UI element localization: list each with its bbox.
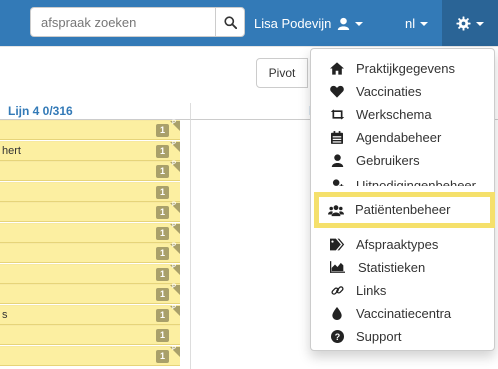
search-group [30, 7, 245, 37]
flag-letter: P [172, 345, 177, 352]
user-icon [329, 152, 345, 168]
user-name: Lisa Podevijn [254, 15, 332, 31]
slot-count-badge: 1 [156, 329, 169, 342]
chevron-down-icon [476, 22, 484, 26]
flag-letter: P [172, 222, 177, 229]
slot-count-badge: 1 [156, 165, 169, 178]
home-icon [329, 60, 345, 76]
calendar-slot[interactable]: 1P [0, 120, 180, 140]
pivot-button[interactable]: Pivot [256, 58, 308, 88]
retweet-icon [329, 106, 345, 122]
flag-letter: P [172, 120, 177, 126]
menu-item-statistieken[interactable]: Statistieken [311, 256, 496, 278]
search-input[interactable] [30, 7, 215, 37]
calendar-slot[interactable]: s 1P [0, 304, 180, 325]
calendar-slot[interactable]: 1P [0, 243, 180, 263]
flag-letter: P [172, 284, 177, 290]
menu-item-werkschema[interactable]: Werkschema [311, 103, 496, 125]
calendar-slot[interactable]: 1P [0, 222, 180, 243]
flag-letter: P [172, 161, 177, 167]
menu-item-vaccinatiecentra[interactable]: Vaccinatiecentra [311, 302, 496, 324]
calendar-column-header: Lijn 4 0/316 [0, 103, 190, 120]
top-navbar: Lisa Podevijn nl [0, 0, 498, 46]
settings-toggle[interactable] [442, 0, 498, 46]
flag-letter: P [172, 243, 177, 249]
slot-count-badge: 1 [156, 349, 169, 363]
slot-count-badge: 1 [156, 144, 169, 158]
menu-item-support[interactable]: ? Support [311, 325, 496, 347]
menu-item-praktijkgegevens[interactable]: Praktijkgegevens [311, 57, 496, 79]
column-title: Lijn 4 0/316 [8, 104, 73, 118]
drop-icon [329, 305, 345, 321]
menu-item-patientenbeheer[interactable]: Patiëntenbeheer [314, 192, 495, 228]
menu-item-gebruikers[interactable]: Gebruikers [311, 149, 496, 171]
search-button[interactable] [215, 7, 245, 37]
pivot-label: Pivot [268, 66, 296, 80]
slot-count-badge: 1 [156, 288, 169, 301]
slot-text: s [2, 308, 8, 321]
user-icon [338, 17, 350, 30]
heart-icon [329, 83, 345, 99]
slot-count-badge: 1 [156, 124, 169, 137]
user-add-icon [329, 177, 345, 186]
flag-letter: P [172, 140, 177, 147]
menu-item-afspraaktypes[interactable]: Afspraaktypes [311, 233, 496, 255]
slot-count-badge: 1 [156, 185, 169, 199]
question-circle-icon: ? [329, 328, 345, 344]
divider [0, 46, 498, 47]
gear-icon [456, 15, 471, 31]
link-icon [329, 282, 345, 298]
flag-letter: P [172, 202, 177, 208]
svg-text:?: ? [334, 331, 339, 341]
menu-item-links[interactable]: Links [311, 279, 496, 301]
calendar-slot[interactable]: hert 1 P [0, 140, 180, 161]
calendar-slot[interactable]: 1 [0, 181, 180, 202]
search-icon [223, 15, 237, 29]
slot-count-badge: 1 [156, 247, 169, 260]
slot-text: hert [2, 144, 21, 157]
area-chart-icon [329, 259, 345, 275]
menu-item-agendabeheer[interactable]: Agendabeheer [311, 126, 496, 148]
calendar-slot[interactable]: 1P [0, 263, 180, 284]
menu-item-label: Patiëntenbeheer [355, 202, 451, 217]
calendar-slot[interactable]: 1P [0, 161, 180, 181]
slot-count-badge: 1 [156, 267, 169, 281]
flag-letter: P [172, 263, 177, 270]
slot-count-badge: 1 [156, 226, 169, 240]
calendar-slot[interactable]: 1P [0, 284, 180, 304]
users-icon [328, 202, 344, 218]
calendar-slot[interactable]: 1P [0, 202, 180, 222]
flag-letter: P [172, 304, 177, 311]
calendar-slot[interactable]: 1 [0, 325, 180, 345]
user-menu-toggle[interactable]: Lisa Podevijn [254, 0, 364, 46]
menu-item-vaccinaties[interactable]: Vaccinaties [311, 80, 496, 102]
chevron-down-icon [420, 22, 429, 26]
menu-item-uitnodigingenbeheer[interactable]: Uitnodigingenbeheer [311, 172, 496, 186]
slot-count-badge: 1 [156, 308, 169, 322]
language-label: nl [405, 15, 416, 31]
calendar-slot[interactable]: 1P [0, 345, 180, 366]
calendar-icon [329, 129, 345, 145]
tags-icon [329, 236, 345, 252]
slot-count-badge: 1 [156, 206, 169, 219]
chevron-down-icon [355, 22, 364, 26]
language-toggle[interactable]: nl [405, 0, 429, 46]
